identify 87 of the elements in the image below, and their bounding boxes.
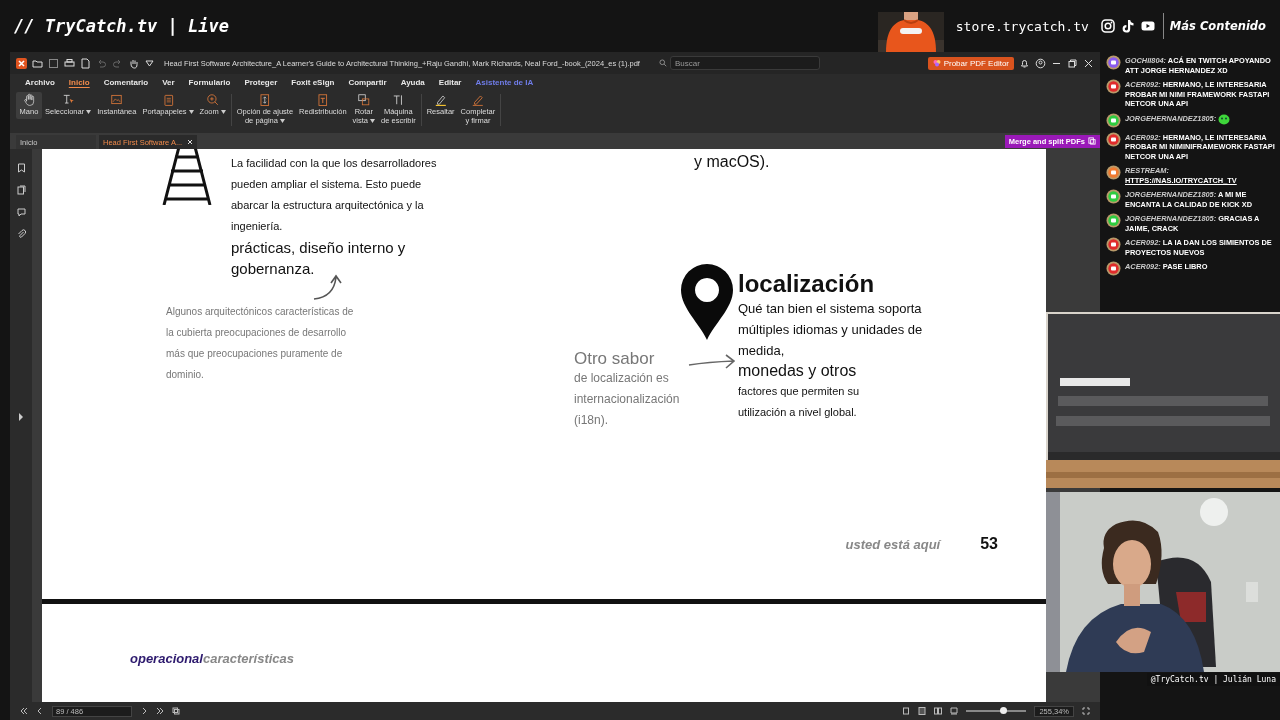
menu-tab[interactable]: Compartir [341,76,394,88]
menu-tab[interactable]: Foxit eSign [284,76,342,88]
select-text-icon [61,93,75,106]
redo-icon[interactable] [112,57,123,69]
menu-tab[interactable]: Ayuda [393,76,432,88]
store-url[interactable]: store.trycatch.tv [955,18,1089,34]
description-text: Qué tan bien el sistema soporta múltiples idiomas y unidades de medida, [738,300,924,360]
aside-text: de localización es internacionalización (i18n). [574,370,680,429]
platform-badge-icon [1106,165,1121,180]
document-icon[interactable] [80,57,91,69]
search-icon [658,59,667,67]
first-page-icon[interactable] [20,707,28,715]
bookmark-icon[interactable] [16,163,26,173]
section-heading: localización [738,270,876,298]
menu-tab[interactable]: Archivo [18,76,62,88]
you-are-here-label: usted está aquí [845,537,941,552]
pages-icon[interactable] [16,185,26,195]
platform-badge-icon [1106,213,1121,228]
editor-logo-icon [932,59,941,67]
annotation-note: Algunos arquitectónicos características de la cubierta preocupaciones de desarrollo más que preocupaciones puramente de dominio. [166,305,355,382]
bell-icon[interactable] [1019,57,1030,69]
single-page-icon[interactable] [902,707,911,715]
page-fit-icon [258,93,272,106]
highlight-icon [434,93,448,106]
scalability-text: La facilidad con la que los desarrolladores pueden ampliar el sistema. Esto puede abarcar la estructura arquitectónica y la ingeniería. [231,156,438,234]
arrow [688,353,738,371]
save-icon[interactable] [48,57,59,69]
menu-tab[interactable]: Inicio [61,76,97,88]
platform-badge-icon [1106,237,1121,252]
menu-tab[interactable]: Asistente de IA [468,76,541,88]
body-text: y macOS). [694,153,771,171]
try-editor-button[interactable]: Probar PDF Editor [927,56,1014,70]
chevron-icon[interactable] [144,57,155,69]
platform-badge-icon [1106,261,1121,276]
open-folder-icon[interactable] [32,57,43,69]
close-icon[interactable] [187,139,194,145]
more-content-label[interactable]: Más Contenido [1169,19,1266,33]
pages-icon [1088,137,1096,145]
next-page-icon[interactable] [140,707,148,715]
stream-title: // TryCatch.tv | Live [14,16,229,36]
fullscreen-icon[interactable] [1082,707,1090,715]
aside-title: Otro sabor [574,349,656,369]
description-text-large: monedas y otros [738,361,858,381]
restore-icon[interactable] [1067,57,1078,69]
clipboard-icon [161,93,175,106]
book-view-icon[interactable] [950,707,959,715]
tiktok-icon[interactable] [1120,19,1135,33]
platform-badge-icon [1106,79,1121,94]
menu-tab[interactable]: Editar [431,76,469,88]
menu-tab[interactable]: Proteger [237,76,285,88]
app-logo-icon [16,57,27,69]
slider-thumb[interactable] [1000,707,1008,714]
reflow-icon [316,93,330,106]
expand-panel-icon[interactable] [18,413,24,421]
instagram-icon[interactable] [1100,19,1115,33]
platform-badge-icon [1106,189,1121,204]
two-page-icon[interactable] [934,707,943,715]
undo-icon[interactable] [96,57,107,69]
print-icon[interactable] [64,57,75,69]
snapshot-icon [110,93,124,106]
menu-tab[interactable]: Formulario [181,76,238,88]
continuous-page-icon[interactable] [918,707,927,715]
page-number: 53 [980,535,998,553]
platform-badge-icon [1106,131,1121,147]
menu-tab[interactable]: Comentario [96,76,156,88]
youtube-icon[interactable] [1140,19,1155,33]
location-pin-icon [680,264,734,340]
previous-page-icon[interactable] [36,707,44,715]
menu-tab[interactable]: Ver [155,76,182,88]
hand-icon[interactable] [128,57,139,69]
search-field[interactable]: Buscar [669,56,820,70]
account-icon[interactable] [1035,57,1046,69]
typewriter-icon [391,93,405,106]
copy-icon[interactable] [172,707,180,715]
description-text-small: factores que permiten su utilización a nivel global. [738,384,861,420]
comment-icon[interactable] [16,207,26,217]
close-icon[interactable] [1083,57,1094,69]
rotate-icon [357,93,371,106]
sign-icon [471,93,485,106]
attachment-icon[interactable] [16,229,26,239]
scalability-text-large: prácticas, diseño interno y gobernanza. [231,238,407,279]
platform-badge-icon [1106,112,1121,128]
last-page-icon[interactable] [156,707,164,715]
platform-badge-icon [1106,55,1121,70]
zoom-icon [206,93,220,106]
page-heading: operacionalcaracterísticas [130,650,295,666]
hand-icon [22,93,36,106]
